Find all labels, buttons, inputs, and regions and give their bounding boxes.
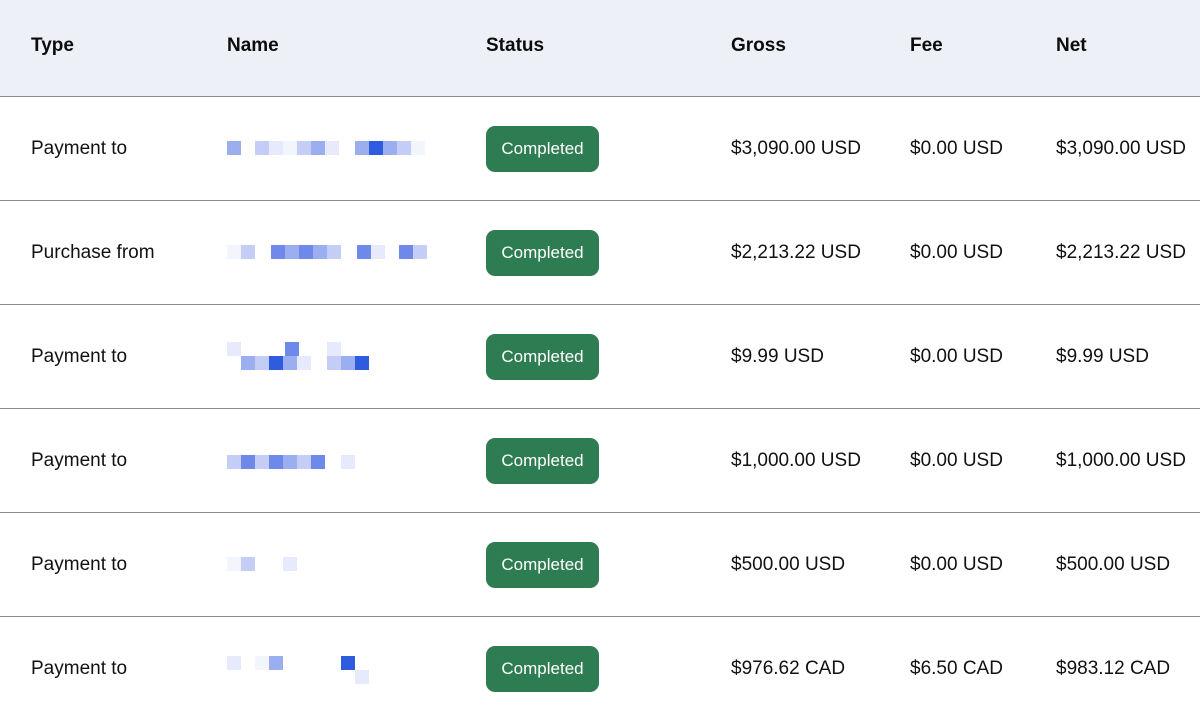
table-row[interactable]: Payment to Completed $976.62 CAD $6.50 C… xyxy=(0,617,1200,720)
status-badge: Completed xyxy=(486,542,599,588)
column-header-fee[interactable]: Fee xyxy=(910,0,943,96)
redacted-name xyxy=(227,305,437,409)
fee-cell: $0.00 USD xyxy=(910,554,1003,575)
net-cell: $500.00 USD xyxy=(1056,554,1171,575)
fee-cell: $0.00 USD xyxy=(910,138,1003,159)
table-row[interactable]: Payment to Completed $3,090.00 USD $0.00… xyxy=(0,97,1200,201)
status-badge: Completed xyxy=(486,438,599,484)
column-header-name[interactable]: Name xyxy=(227,0,279,96)
net-cell: $2,213.22 USD xyxy=(1056,242,1186,263)
redacted-name xyxy=(227,617,437,721)
column-header-net[interactable]: Net xyxy=(1056,0,1087,96)
type-cell: Payment to xyxy=(31,658,128,679)
status-badge: Completed xyxy=(486,230,599,276)
column-header-status[interactable]: Status xyxy=(486,0,544,96)
table-header: Type Name Status Gross Fee Net xyxy=(0,0,1200,97)
type-cell: Purchase from xyxy=(31,242,155,263)
status-badge: Completed xyxy=(486,646,599,692)
type-cell: Payment to xyxy=(31,450,128,471)
redacted-name xyxy=(227,513,437,617)
redacted-name xyxy=(227,409,437,513)
type-cell: Payment to xyxy=(31,346,128,367)
gross-cell: $9.99 USD xyxy=(731,346,824,367)
table-row[interactable]: Payment to Completed $9.99 USD $0.00 USD… xyxy=(0,305,1200,409)
column-header-gross[interactable]: Gross xyxy=(731,0,786,96)
type-cell: Payment to xyxy=(31,138,128,159)
redacted-name xyxy=(227,97,437,201)
net-cell: $983.12 CAD xyxy=(1056,658,1171,679)
gross-cell: $976.62 CAD xyxy=(731,658,846,679)
net-cell: $3,090.00 USD xyxy=(1056,138,1186,159)
fee-cell: $0.00 USD xyxy=(910,346,1003,367)
status-badge: Completed xyxy=(486,334,599,380)
redacted-name xyxy=(227,201,437,305)
type-cell: Payment to xyxy=(31,554,128,575)
table-row[interactable]: Payment to Completed $500.00 USD $0.00 U… xyxy=(0,513,1200,617)
status-badge: Completed xyxy=(486,126,599,172)
table-row[interactable]: Purchase from Completed $2,213.22 USD $0… xyxy=(0,201,1200,305)
column-header-type[interactable]: Type xyxy=(31,0,74,96)
fee-cell: $6.50 CAD xyxy=(910,658,1003,679)
transactions-table: Type Name Status Gross Fee Net Payment t… xyxy=(0,0,1200,721)
gross-cell: $3,090.00 USD xyxy=(731,138,861,159)
gross-cell: $500.00 USD xyxy=(731,554,846,575)
gross-cell: $2,213.22 USD xyxy=(731,242,861,263)
net-cell: $1,000.00 USD xyxy=(1056,450,1186,471)
fee-cell: $0.00 USD xyxy=(910,242,1003,263)
table-row[interactable]: Payment to Completed $1,000.00 USD $0.00… xyxy=(0,409,1200,513)
gross-cell: $1,000.00 USD xyxy=(731,450,861,471)
net-cell: $9.99 USD xyxy=(1056,346,1149,367)
fee-cell: $0.00 USD xyxy=(910,450,1003,471)
